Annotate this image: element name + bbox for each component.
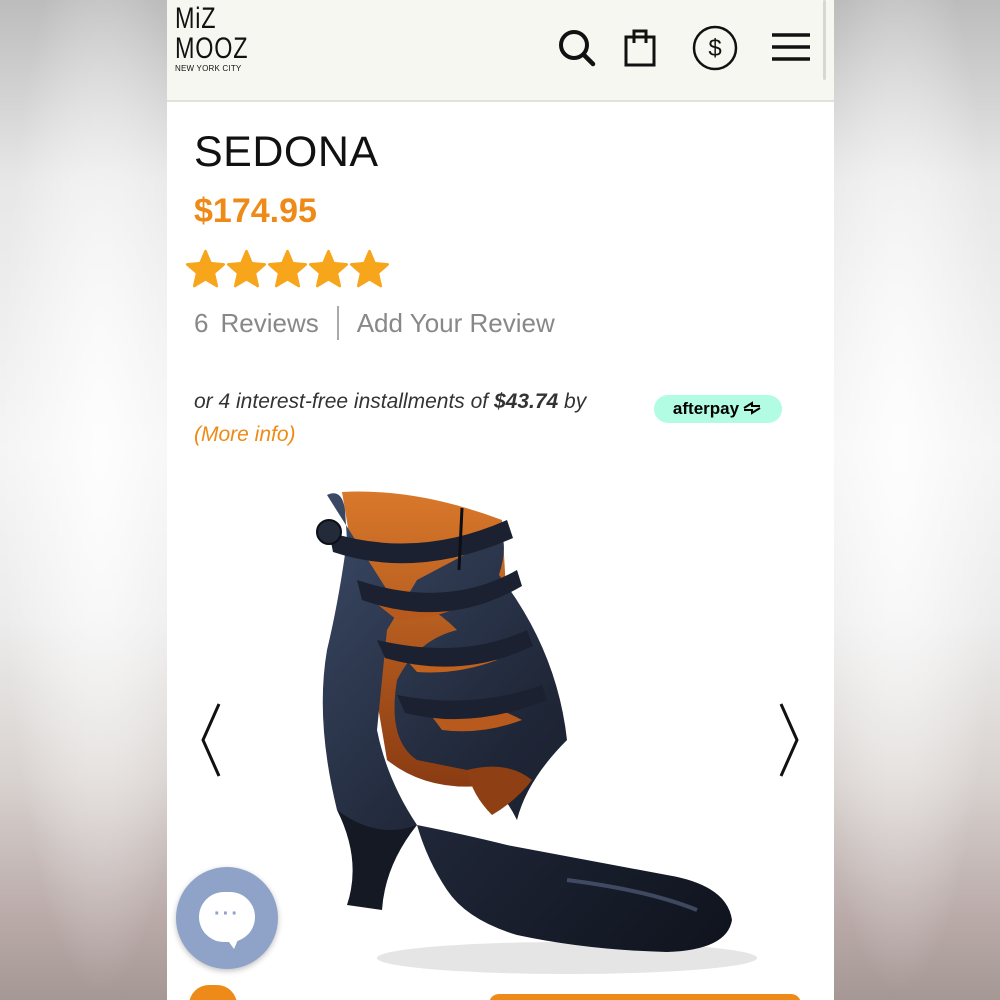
afterpay-label: afterpay bbox=[672, 399, 740, 418]
star-icon bbox=[267, 249, 308, 288]
add-to-cart-button-partial[interactable] bbox=[489, 994, 801, 1000]
menu-icon[interactable] bbox=[768, 25, 814, 71]
more-info-link[interactable]: (More info) bbox=[194, 423, 296, 447]
installments-text: or 4 interest-free installments of $43.7… bbox=[194, 390, 586, 414]
product-image[interactable] bbox=[267, 480, 767, 990]
brand-logo[interactable]: MiZ MOOZ NEW YORK CITY bbox=[175, 2, 249, 94]
rating-stars bbox=[185, 248, 390, 290]
installments-suffix: by bbox=[558, 390, 587, 413]
installments-prefix: or 4 interest-free installments of bbox=[194, 390, 494, 413]
chat-dots: ··· bbox=[214, 903, 240, 925]
badge-partial[interactable] bbox=[189, 985, 237, 1000]
shopping-bag-icon[interactable] bbox=[617, 25, 663, 71]
logo-line-1: MiZ bbox=[175, 2, 217, 35]
phone-screen: MiZ MOOZ NEW YORK CITY $ SEDONA $174.95 … bbox=[167, 0, 834, 1000]
chevron-right-icon[interactable] bbox=[773, 700, 803, 780]
star-icon bbox=[185, 249, 226, 288]
currency-icon[interactable]: $ bbox=[692, 25, 738, 71]
star-icon bbox=[226, 249, 267, 288]
search-icon[interactable] bbox=[554, 25, 600, 71]
add-review-link[interactable]: Add Your Review bbox=[357, 308, 555, 339]
reviews-link[interactable]: Reviews bbox=[220, 308, 318, 339]
scrollbar-thumb[interactable] bbox=[823, 0, 826, 80]
product-title: SEDONA bbox=[194, 128, 379, 176]
product-price: $174.95 bbox=[194, 192, 317, 230]
logo-line-2: MOOZ bbox=[175, 32, 249, 65]
background-left bbox=[0, 0, 168, 1000]
chat-tail bbox=[224, 935, 240, 949]
star-icon bbox=[349, 249, 390, 288]
review-count: 6 bbox=[194, 307, 209, 338]
afterpay-arrows-icon bbox=[743, 401, 761, 415]
logo-subtitle: NEW YORK CITY bbox=[175, 64, 242, 73]
ankle-boot-illustration bbox=[316, 491, 757, 974]
chat-button[interactable]: ··· bbox=[176, 867, 278, 969]
installment-amount: $43.74 bbox=[493, 390, 559, 413]
reviews-row: 6 Reviews Add Your Review bbox=[194, 306, 555, 340]
afterpay-badge[interactable]: afterpay bbox=[654, 395, 782, 423]
background-right bbox=[832, 0, 1000, 1000]
divider bbox=[336, 306, 339, 340]
site-header: MiZ MOOZ NEW YORK CITY $ bbox=[167, 0, 834, 102]
star-icon bbox=[308, 249, 349, 288]
svg-text:$: $ bbox=[708, 35, 721, 62]
chevron-left-icon[interactable] bbox=[197, 700, 227, 780]
